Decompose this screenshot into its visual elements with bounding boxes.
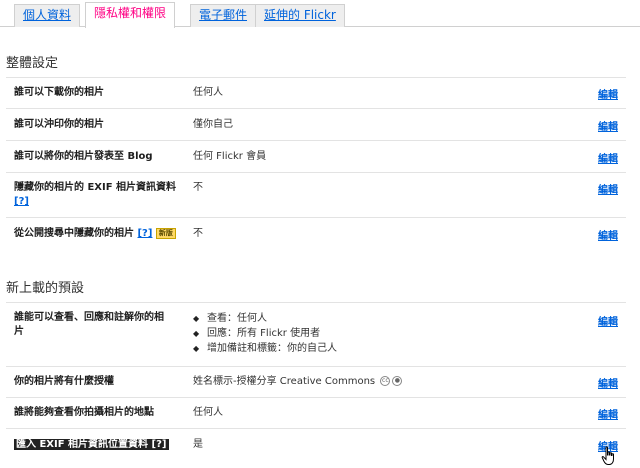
divider [6, 217, 626, 218]
divider [6, 172, 626, 173]
tab-privacy-label: 隱私權和權限 [94, 6, 167, 20]
license-label: 你的相片將有什麼授權 [14, 376, 114, 387]
exif-label: 隱藏你的相片的 EXIF 相片資訊資料 [?] [14, 181, 176, 209]
edit-download-link[interactable]: 編輯 [598, 86, 618, 101]
exif-location-value: 是 [193, 439, 203, 450]
tab-privacy[interactable]: 隱私權和權限 [85, 2, 176, 28]
download-label: 誰可以下載你的相片 [14, 87, 104, 98]
license-value-text: 姓名標示-授權分享 Creative Commons [193, 376, 376, 387]
search-label: 從公開搜尋中隱藏你的相片 [?] 新版 [14, 227, 176, 241]
license-value: 姓名標示-授權分享 Creative Commons cc ● [193, 375, 403, 389]
list-item: 回應：所有 Flickr 使用者 [193, 326, 337, 341]
tab-extended-flickr-label[interactable]: 延伸的 Flickr [264, 8, 336, 22]
exif-location-label: 匯入 EXIF 相片資訊位置資料 [?] [14, 438, 169, 452]
exif-location-label-highlight: 匯入 EXIF 相片資訊位置資料 [?] [14, 439, 169, 450]
exif-value: 不 [193, 182, 203, 193]
edit-license-link[interactable]: 編輯 [598, 375, 618, 390]
edit-exif-link[interactable]: 編輯 [598, 181, 618, 196]
tab-profile-label[interactable]: 個人資料 [23, 8, 71, 22]
tab-extended-flickr[interactable]: 延伸的 Flickr [255, 4, 345, 27]
divider [6, 108, 626, 109]
view-label-line2: 片 [14, 326, 24, 337]
exif-help-link[interactable]: [?] [14, 196, 29, 207]
blog-label: 誰可以將你的相片發表至 Blog [14, 151, 153, 162]
location-label: 誰將能夠查看你拍攝相片的地點 [14, 407, 154, 418]
divider [6, 366, 626, 367]
divider [6, 397, 626, 398]
divider [6, 302, 626, 303]
cc-icon: cc [380, 376, 391, 386]
edit-location-link[interactable]: 編輯 [598, 406, 618, 421]
edit-search-link[interactable]: 編輯 [598, 227, 618, 242]
list-item: 增加備註和標籤：你的自己人 [193, 341, 337, 356]
print-value: 僅你自己 [193, 119, 233, 130]
tab-email-label[interactable]: 電子郵件 [199, 8, 247, 22]
edit-print-link[interactable]: 編輯 [598, 118, 618, 133]
view-label-line1: 誰能可以查看、回應和註解你的相 [14, 312, 164, 323]
edit-view-link[interactable]: 編輯 [598, 313, 618, 328]
section-title-global: 整體設定 [6, 56, 59, 71]
search-value: 不 [193, 228, 203, 239]
hand-pointer-icon [601, 446, 614, 465]
tab-email[interactable]: 電子郵件 [190, 4, 257, 27]
search-label-text: 從公開搜尋中隱藏你的相片 [14, 228, 134, 239]
view-label: 誰能可以查看、回應和註解你的相 片 [14, 311, 164, 339]
divider [6, 77, 626, 78]
attribution-icon: ● [392, 376, 403, 386]
divider [6, 428, 626, 429]
exif-location-label-text: 匯入 EXIF 相片資訊位置資料 [16, 439, 149, 450]
new-badge: 新版 [155, 227, 176, 239]
exif-location-help-link[interactable]: [?] [152, 439, 167, 450]
list-item: 查看：任何人 [193, 311, 337, 326]
print-label: 誰可以沖印你的相片 [14, 119, 104, 130]
exif-label-text: 隱藏你的相片的 EXIF 相片資訊資料 [14, 182, 177, 193]
section-title-uploads: 新上載的預設 [6, 281, 85, 296]
search-help-link[interactable]: [?] [137, 228, 152, 239]
tab-bar: 個人資料 隱私權和權限 電子郵件 延伸的 Flickr [0, 0, 640, 28]
download-value: 任何人 [193, 87, 223, 98]
edit-blog-link[interactable]: 編輯 [598, 150, 618, 165]
tab-profile[interactable]: 個人資料 [14, 4, 81, 27]
blog-value: 任何 Flickr 會員 [193, 151, 267, 162]
location-value: 任何人 [193, 407, 223, 418]
view-permissions-list: 查看：任何人 回應：所有 Flickr 使用者 增加備註和標籤：你的自己人 [193, 311, 337, 356]
divider [6, 140, 626, 141]
